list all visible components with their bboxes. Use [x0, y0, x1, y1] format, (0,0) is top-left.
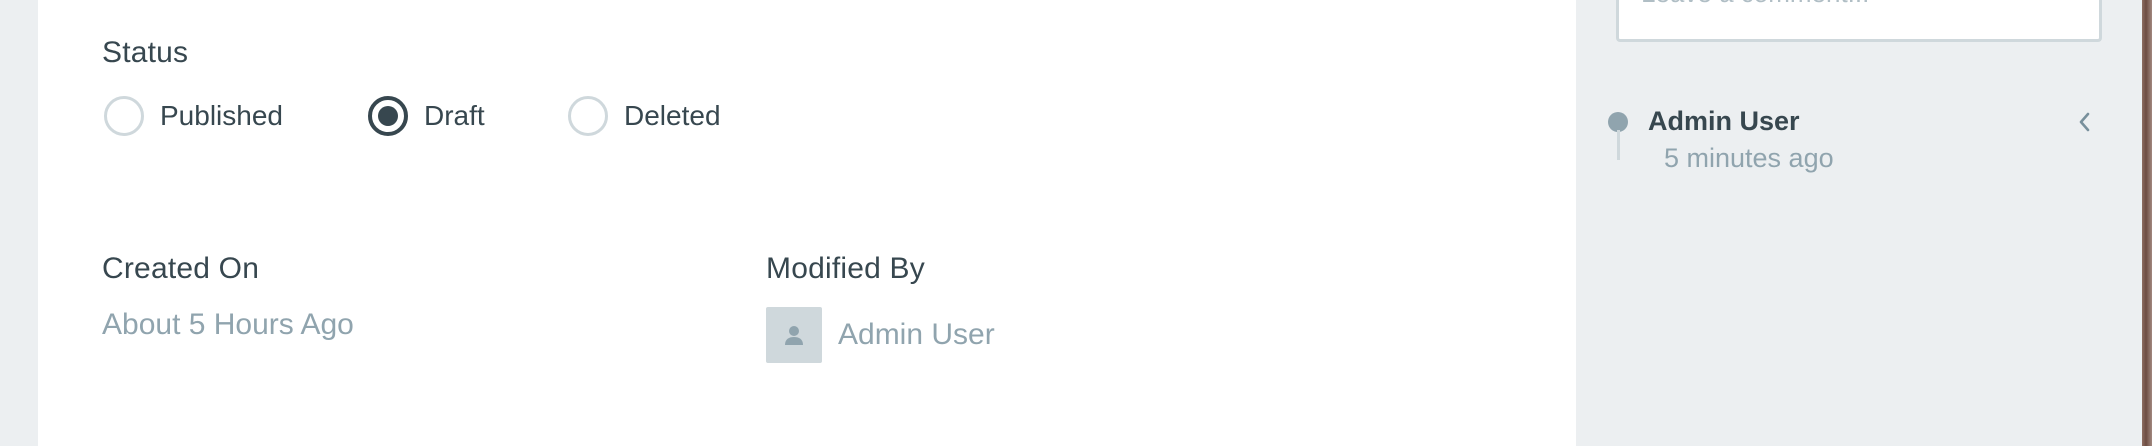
status-option-deleted[interactable]: Deleted — [568, 96, 768, 136]
radio-published-label: Published — [160, 100, 283, 131]
status-radio-group: Published Draft Deleted — [104, 96, 768, 136]
modified-by-user: Admin User — [766, 307, 995, 363]
modified-by-name: Admin User — [838, 318, 995, 351]
comment-input[interactable]: Leave a comment... — [1616, 0, 2102, 42]
left-gutter — [0, 0, 38, 446]
activity-time: 5 minutes ago — [1664, 143, 1834, 173]
radio-draft[interactable] — [368, 96, 408, 136]
chevron-left-icon[interactable] — [2072, 108, 2096, 136]
activity-sidebar: Leave a comment... Admin User 5 minutes … — [1576, 0, 2142, 446]
radio-draft-label: Draft — [424, 100, 485, 131]
window-edge — [2142, 0, 2152, 446]
status-label: Status — [102, 36, 189, 69]
created-on-value: About 5 Hours Ago — [102, 308, 354, 341]
radio-published[interactable] — [104, 96, 144, 136]
radio-deleted-label: Deleted — [624, 100, 721, 131]
status-option-published[interactable]: Published — [104, 96, 368, 136]
details-panel: Status Published Draft Deleted Created O… — [38, 0, 1576, 446]
page: Status Published Draft Deleted Created O… — [0, 0, 2152, 446]
created-on-label: Created On — [102, 252, 260, 285]
timeline-dot — [1608, 112, 1628, 132]
user-silhouette-icon — [766, 307, 822, 363]
comment-placeholder: Leave a comment... — [1641, 0, 1869, 9]
modified-by-label: Modified By — [766, 252, 925, 285]
radio-deleted[interactable] — [568, 96, 608, 136]
activity-user: Admin User — [1648, 106, 1800, 136]
timeline-line — [1617, 130, 1620, 160]
status-option-draft[interactable]: Draft — [368, 96, 568, 136]
